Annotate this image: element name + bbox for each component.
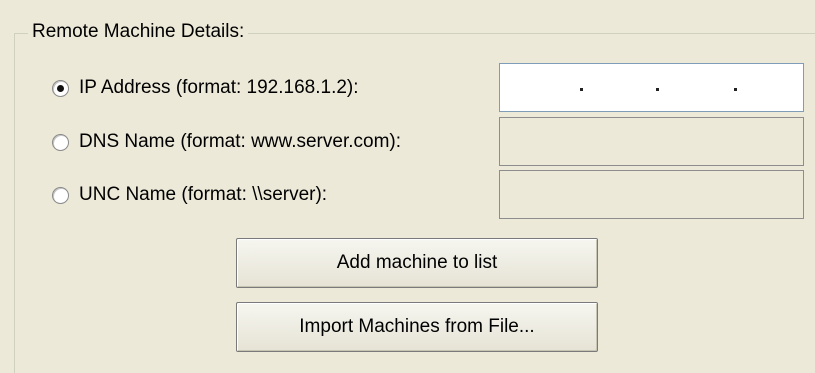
dns-name-option[interactable]: DNS Name (format: www.server.com): <box>52 125 401 159</box>
ip-octet-separator <box>580 88 583 91</box>
ip-address-radio[interactable] <box>52 79 69 97</box>
unc-name-label: UNC Name (format: \\server): <box>79 184 328 205</box>
ip-octet-separator <box>734 88 737 91</box>
ip-address-label: IP Address (format: 192.168.1.2): <box>79 77 359 98</box>
unc-name-option[interactable]: UNC Name (format: \\server): <box>52 178 327 212</box>
dns-name-input[interactable] <box>499 117 804 166</box>
ip-address-option[interactable]: IP Address (format: 192.168.1.2): <box>52 71 359 105</box>
unc-name-radio[interactable] <box>52 186 69 204</box>
ip-octet-separator <box>656 88 659 91</box>
group-title: Remote Machine Details: <box>28 20 249 44</box>
import-machines-button[interactable]: Import Machines from File... <box>236 302 598 352</box>
unc-name-input[interactable] <box>499 170 804 219</box>
add-machine-button[interactable]: Add machine to list <box>236 238 598 288</box>
ip-address-input[interactable] <box>499 63 804 112</box>
dns-name-label: DNS Name (format: www.server.com): <box>79 131 401 152</box>
dns-name-radio[interactable] <box>52 133 69 151</box>
